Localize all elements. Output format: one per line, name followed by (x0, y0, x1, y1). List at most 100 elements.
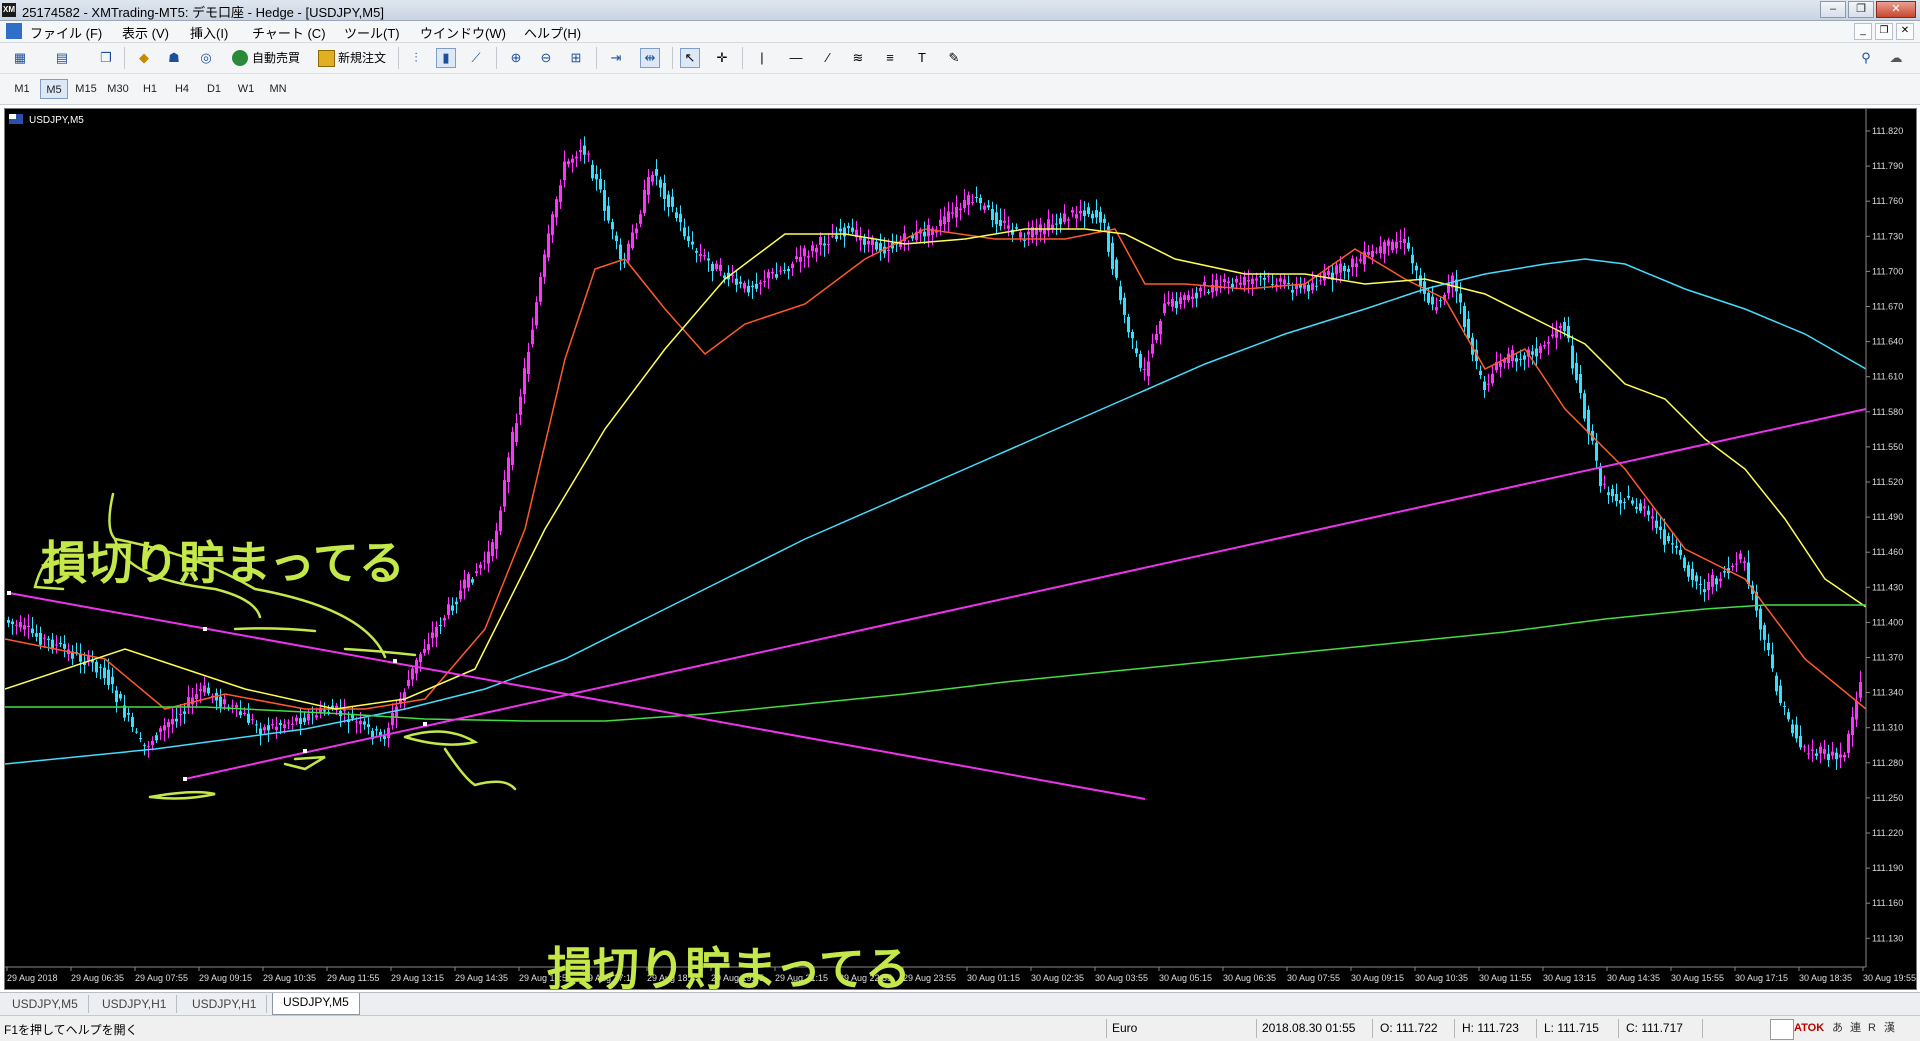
candle-body (419, 654, 422, 662)
autoscroll-icon[interactable]: ⇥ (606, 48, 626, 68)
candle-body (191, 697, 194, 705)
maximize-button[interactable]: ❐ (1848, 1, 1874, 18)
price-label: 111.580 (1872, 407, 1903, 417)
menu-view[interactable]: 表示 (V) (122, 23, 169, 42)
data-window-icon[interactable]: ☗ (164, 48, 184, 68)
line-chart-icon[interactable]: ⟋ (466, 48, 486, 68)
new-chart-icon[interactable]: ▦ (10, 48, 30, 68)
candle-body (1575, 362, 1578, 381)
candle-body (391, 713, 394, 726)
candle-body (1631, 500, 1634, 504)
navigator-icon[interactable]: ◆ (134, 48, 154, 68)
menu-tools[interactable]: ツール(T) (344, 23, 400, 42)
candle-body (1539, 346, 1542, 353)
candle-body (1467, 318, 1470, 339)
candle-body (811, 245, 814, 252)
menu-help[interactable]: ヘルプ(H) (524, 23, 581, 42)
timeframe-w1[interactable]: W1 (232, 79, 260, 99)
menu-file[interactable]: ファイル (F) (30, 23, 102, 42)
zoom-in-icon[interactable]: ⊕ (506, 48, 526, 68)
candle-body (59, 642, 62, 645)
menu-chart[interactable]: チャート (C) (252, 23, 326, 42)
ime-atok[interactable]: ATOK (1794, 1019, 1824, 1038)
channel-icon[interactable]: ≡ (880, 48, 900, 68)
candle-body (671, 196, 674, 207)
ime-kanji[interactable]: 漢 (1884, 1019, 1895, 1038)
auto-trade-button[interactable]: 自動売買 (230, 48, 300, 68)
tab-usdjpy-h1-2[interactable]: USDJPY,H1 (182, 995, 268, 1013)
chart-window[interactable]: USDJPY,M5 111.820 111.790 111.760 111.730 11… (4, 108, 1917, 990)
candle-body (1191, 296, 1194, 300)
chat-icon[interactable]: ☁ (1886, 48, 1906, 68)
timeframe-m30[interactable]: M30 (104, 79, 132, 99)
minimize-button[interactable]: – (1820, 1, 1846, 18)
time-label: 30 Aug 19:55 (1863, 973, 1916, 983)
price-label: 111.790 (1872, 161, 1903, 171)
candle-body (1071, 210, 1074, 213)
candle-body (667, 194, 670, 208)
mdi-minimize-button[interactable]: _ (1854, 23, 1872, 40)
status-profile[interactable]: Euro (1112, 1021, 1137, 1035)
candle-body (443, 617, 446, 621)
candle-body (1823, 749, 1826, 754)
text-icon[interactable]: T (912, 48, 932, 68)
timeframe-d1[interactable]: D1 (200, 79, 228, 99)
candle-chart-icon[interactable]: ▮ (436, 48, 456, 68)
search-icon[interactable]: ⚲ (1856, 48, 1876, 68)
candle-body (11, 621, 14, 625)
profiles-icon[interactable]: ▤ (52, 48, 72, 68)
mdi-close-button[interactable]: ✕ (1896, 23, 1914, 40)
price-label: 111.280 (1872, 758, 1903, 768)
market-watch-icon[interactable]: ❐ (96, 48, 116, 68)
timeframe-mn[interactable]: MN (264, 79, 292, 99)
price-label: 111.460 (1872, 547, 1903, 557)
candle-body (131, 717, 134, 727)
candle-body (1519, 358, 1522, 360)
new-order-button[interactable]: 新規注文 (316, 48, 386, 68)
zoom-out-icon[interactable]: ⊖ (536, 48, 556, 68)
candle-body (1227, 281, 1230, 284)
cursor-icon[interactable]: ↖ (680, 48, 700, 68)
candle-body (843, 227, 846, 237)
price-chart[interactable]: USDJPY,M5 111.820 111.790 111.760 111.730 11… (5, 109, 1916, 989)
timeframe-m15[interactable]: M15 (72, 79, 100, 99)
price-label: 111.130 (1872, 933, 1903, 943)
tab-usdjpy-h1-1[interactable]: USDJPY,H1 (92, 995, 178, 1013)
trendline-icon[interactable]: ⁄ (818, 48, 838, 68)
tile-windows-icon[interactable]: ⊞ (566, 48, 586, 68)
fibonacci-icon[interactable]: ≋ (848, 48, 868, 68)
vertical-line-icon[interactable]: | (752, 48, 772, 68)
ime-connection-icon[interactable] (1770, 1019, 1794, 1040)
menu-window[interactable]: ウインドウ(W) (420, 23, 506, 42)
tab-usdjpy-m5-1[interactable]: USDJPY,M5 (2, 995, 89, 1013)
candle-body (583, 145, 586, 155)
signals-icon[interactable]: ◎ (196, 48, 216, 68)
ime-r[interactable]: R (1868, 1019, 1876, 1038)
crosshair-icon[interactable]: ✛ (712, 48, 732, 68)
horizontal-line-icon[interactable]: — (786, 48, 806, 68)
candle-body (1399, 241, 1402, 243)
timeframe-h1[interactable]: H1 (136, 79, 164, 99)
doc-window-icon[interactable] (6, 23, 22, 39)
ime-ren[interactable]: 連 (1850, 1019, 1861, 1038)
mdi-restore-button[interactable]: ❐ (1875, 23, 1893, 40)
timeframe-m1[interactable]: M1 (8, 79, 36, 99)
bar-chart-icon[interactable]: ⫶ (406, 48, 426, 68)
chart-shift-icon[interactable]: ⇹ (640, 48, 660, 68)
menu-insert[interactable]: 挿入(I) (190, 23, 228, 42)
candle-body (1391, 241, 1394, 251)
close-button[interactable]: ✕ (1876, 1, 1916, 18)
candle-body (863, 238, 866, 245)
candle-body (307, 713, 310, 721)
ime-hiragana[interactable]: あ (1832, 1019, 1843, 1038)
candle-body (875, 241, 878, 250)
timeframe-m5[interactable]: M5 (40, 79, 68, 99)
candle-body (599, 178, 602, 190)
candle-body (1603, 483, 1606, 485)
tab-usdjpy-m5-2[interactable]: USDJPY,M5 (272, 993, 360, 1015)
candle-body (103, 667, 106, 679)
candle-body (1403, 238, 1406, 243)
timeframe-h4[interactable]: H4 (168, 79, 196, 99)
price-label: 111.160 (1872, 898, 1903, 908)
shapes-icon[interactable]: ✎ (944, 48, 964, 68)
